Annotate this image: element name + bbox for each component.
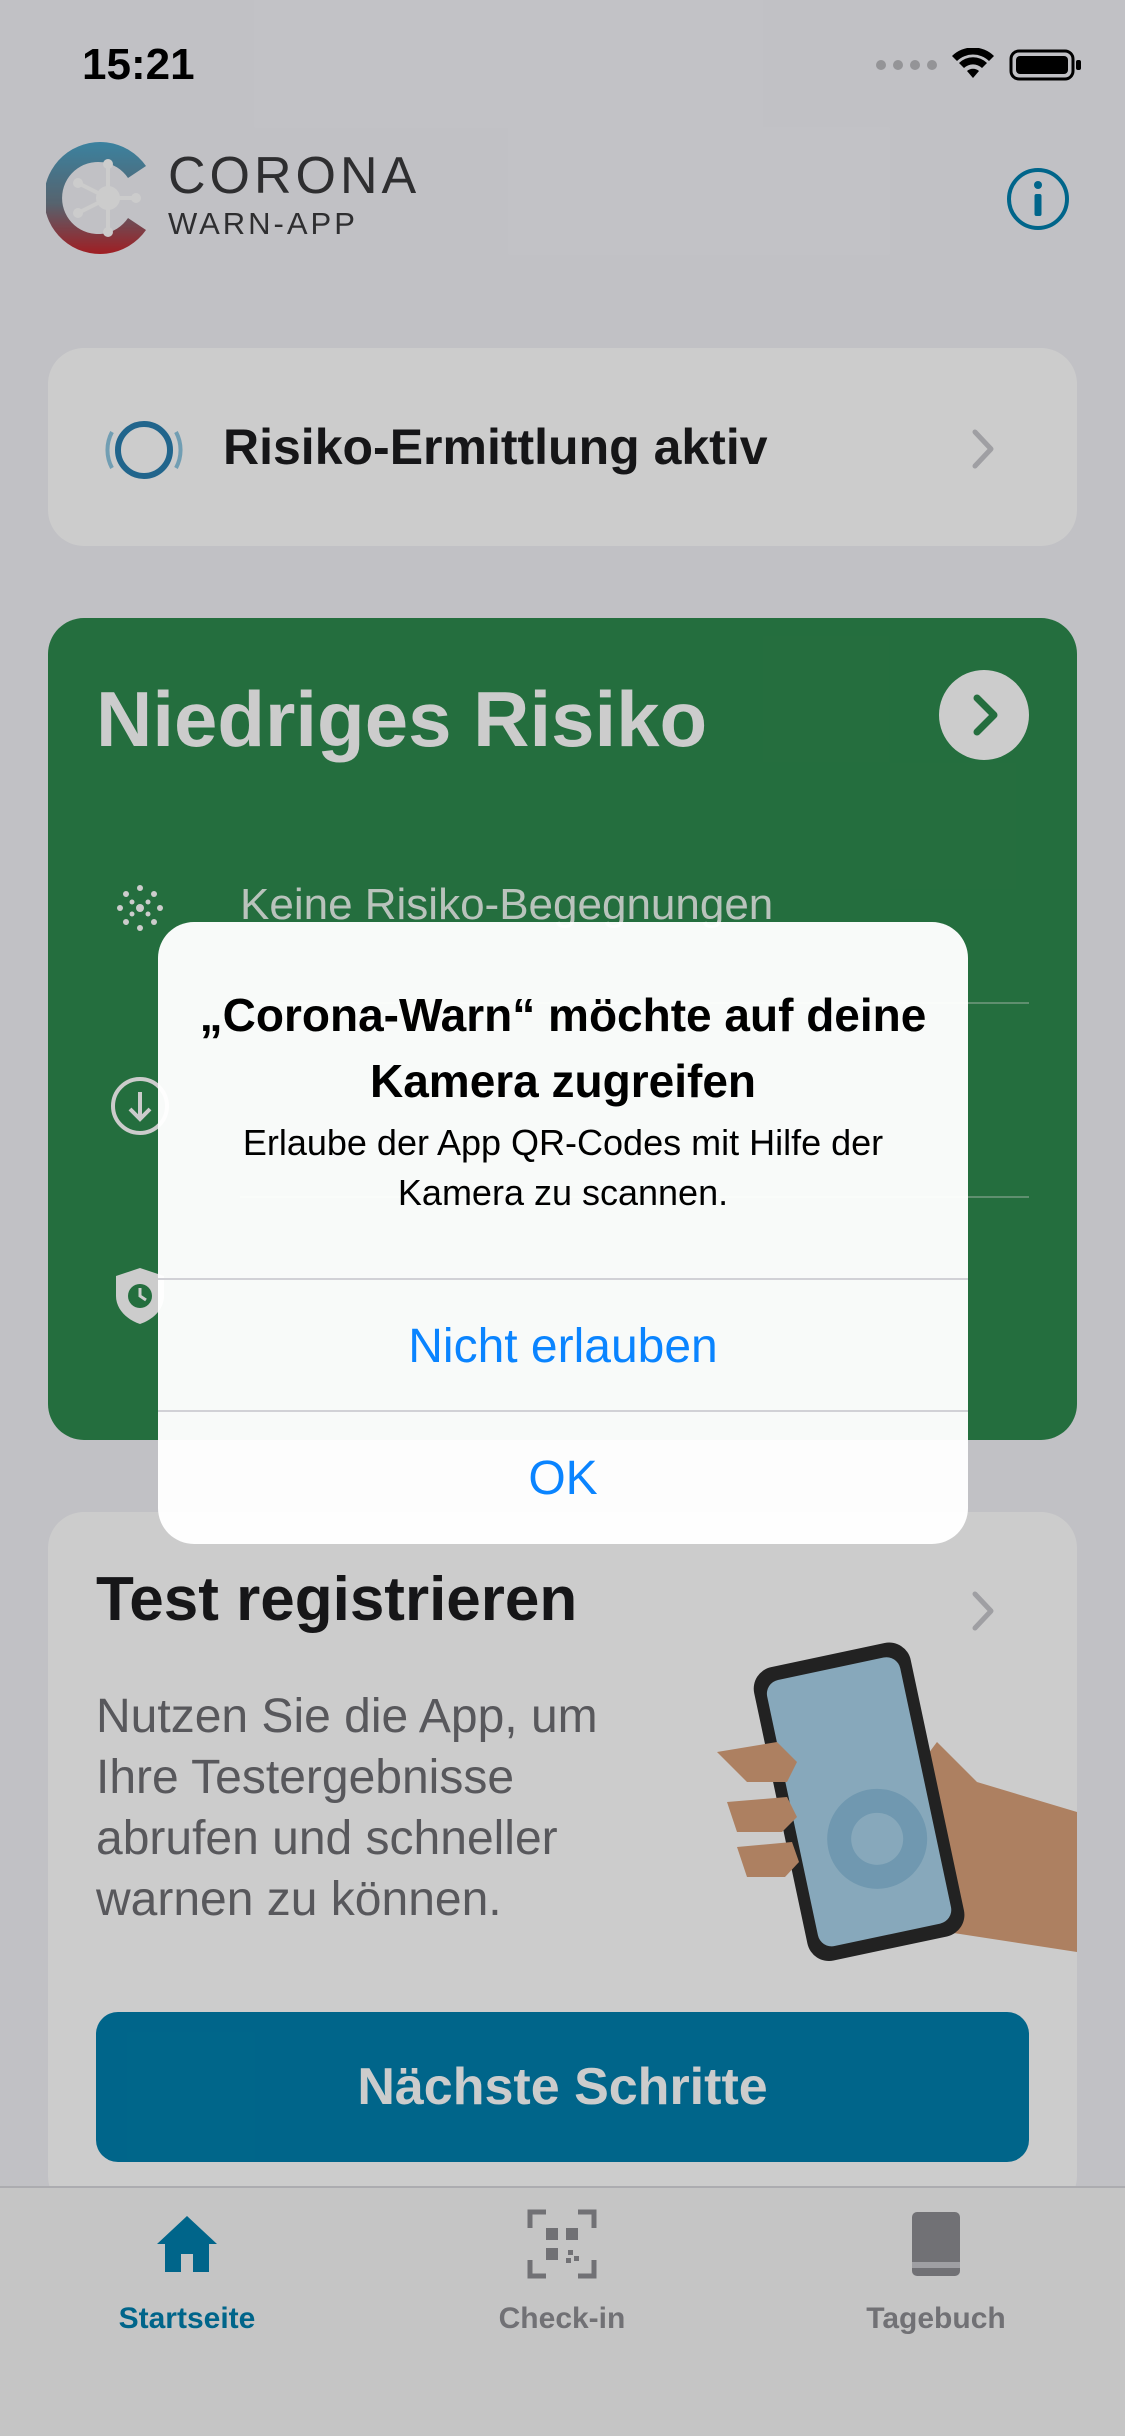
camera-permission-alert: „Corona-Warn“ möchte auf deine Kamera zu… [158,922,968,1544]
app-screen: 15:21 CORONA WARN-APP Risiko-Ermittlung … [0,0,1125,2436]
deny-button[interactable]: Nicht erlauben [158,1278,968,1412]
alert-title: „Corona-Warn“ möchte auf deine Kamera zu… [199,989,927,1107]
alert-message: Erlaube der App QR-Codes mit Hilfe der K… [242,1122,884,1213]
ok-button[interactable]: OK [158,1410,968,1544]
